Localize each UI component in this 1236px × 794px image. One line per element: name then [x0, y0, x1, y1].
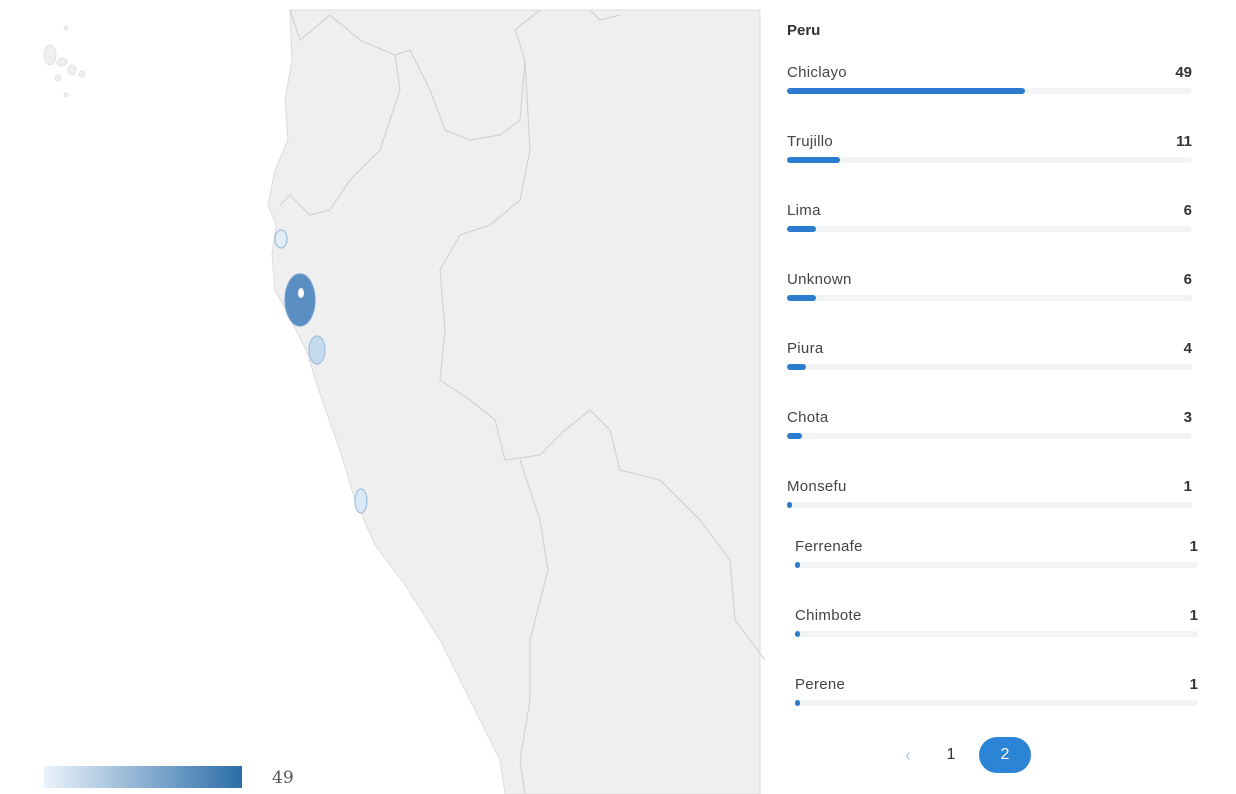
legend-gradient-bar — [44, 766, 242, 788]
progress-track — [787, 295, 1192, 301]
list-item[interactable]: Trujillo 11 — [787, 133, 1192, 173]
bubble-chimbote[interactable] — [354, 488, 368, 514]
location-count: 1 — [1189, 607, 1198, 624]
progress-fill — [787, 226, 817, 232]
progress-fill — [795, 700, 800, 706]
panel-title: Peru — [787, 22, 821, 39]
location-count: 1 — [1189, 676, 1198, 693]
progress-fill — [795, 631, 800, 637]
list-item[interactable]: Perene 1 — [795, 676, 1198, 716]
chevron-left-icon[interactable]: ‹ — [895, 742, 921, 768]
list-item[interactable]: Chota 3 — [787, 409, 1192, 449]
location-label: Monsefu — [787, 478, 847, 495]
location-count: 49 — [1175, 64, 1192, 81]
location-count: 4 — [1183, 340, 1192, 357]
progress-track — [795, 562, 1198, 568]
progress-fill — [787, 295, 817, 301]
location-count: 6 — [1183, 271, 1192, 288]
progress-fill — [787, 364, 807, 370]
location-label: Piura — [787, 340, 824, 357]
progress-track — [787, 364, 1192, 370]
land-region — [267, 9, 761, 794]
location-count: 1 — [1183, 478, 1192, 495]
pagination: ‹ 1 2 — [895, 737, 1065, 773]
location-label: Perene — [795, 676, 846, 693]
progress-track — [787, 157, 1192, 163]
progress-track — [795, 700, 1198, 706]
progress-fill — [787, 502, 792, 508]
list-item[interactable]: Chiclayo 49 — [787, 64, 1192, 104]
location-label: Chota — [787, 409, 829, 426]
progress-fill — [787, 433, 802, 439]
location-count: 1 — [1189, 538, 1198, 555]
bubble-chiclayo-inner — [298, 288, 304, 298]
map-view[interactable]: 1 49 — [0, 0, 765, 794]
list-item[interactable]: Unknown 6 — [787, 271, 1192, 311]
progress-track — [787, 88, 1192, 94]
location-label: Chiclayo — [787, 64, 847, 81]
list-item[interactable]: Chimbote 1 — [795, 607, 1198, 647]
location-label: Unknown — [787, 271, 852, 288]
progress-track — [795, 631, 1198, 637]
country-map — [43, 9, 765, 794]
list-item[interactable]: Piura 4 — [787, 340, 1192, 380]
bubble-trujillo[interactable] — [308, 335, 326, 365]
location-label: Lima — [787, 202, 821, 219]
legend-max-label: 49 — [272, 768, 294, 788]
location-label: Chimbote — [795, 607, 862, 624]
location-count: 3 — [1183, 409, 1192, 426]
progress-track — [787, 226, 1192, 232]
page-button-2[interactable]: 2 — [979, 737, 1031, 773]
location-count: 11 — [1176, 133, 1192, 150]
progress-fill — [787, 157, 841, 163]
progress-track — [787, 502, 1192, 508]
location-label: Trujillo — [787, 133, 834, 150]
progress-fill — [787, 88, 1025, 94]
list-item[interactable]: Lima 6 — [787, 202, 1192, 242]
bubble-chiclayo[interactable] — [284, 273, 316, 327]
color-legend: 1 49 — [44, 766, 304, 792]
progress-fill — [795, 562, 800, 568]
galapagos-islands — [43, 25, 86, 98]
location-label: Ferrenafe — [795, 538, 863, 555]
progress-track — [787, 433, 1192, 439]
location-count: 6 — [1183, 202, 1192, 219]
list-item[interactable]: Monsefu 1 — [787, 478, 1192, 518]
list-item[interactable]: Ferrenafe 1 — [795, 538, 1198, 578]
page-button-1[interactable]: 1 — [933, 737, 969, 773]
bubble-piura[interactable] — [274, 229, 288, 249]
stats-panel: Peru Chiclayo 49 Trujillo 11 Lima 6 Unknown 6 Pi… — [765, 0, 1236, 794]
